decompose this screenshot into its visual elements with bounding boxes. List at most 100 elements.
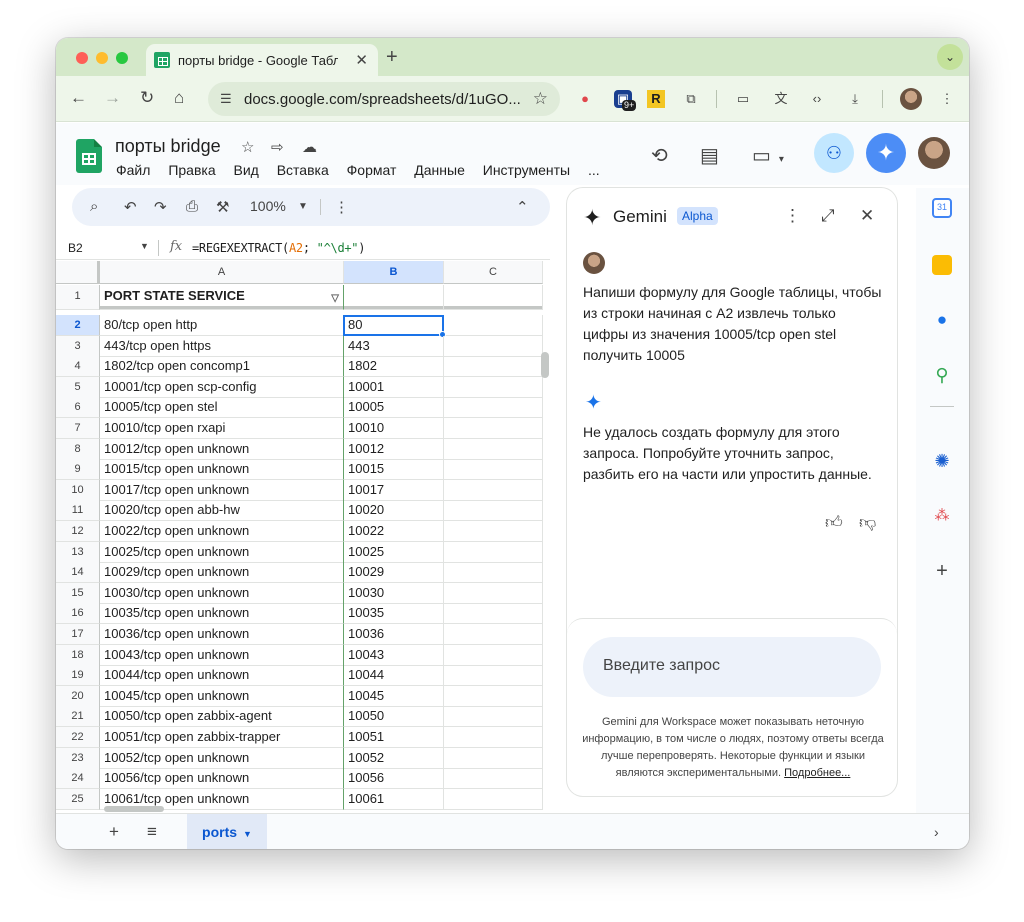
tab-close-icon[interactable]: ✕ xyxy=(355,51,368,69)
site-info-icon[interactable]: ☰ xyxy=(220,91,232,107)
thumb-down-icon[interactable]: 👎︎ xyxy=(859,512,876,533)
history-icon[interactable]: ⟲ xyxy=(651,143,668,168)
meet-icon[interactable]: ▭ ▾ xyxy=(752,143,784,168)
cell-b[interactable]: 10030 xyxy=(344,582,444,604)
row-number[interactable]: 2 xyxy=(56,315,100,336)
share-icon[interactable]: ⚇ xyxy=(814,133,854,173)
cell-c[interactable] xyxy=(444,397,543,419)
profile-avatar[interactable] xyxy=(900,88,922,110)
more-icon[interactable]: ⋮ xyxy=(334,198,349,216)
expand-icon[interactable]: ⤢ xyxy=(821,206,835,226)
cell-b[interactable]: 10012 xyxy=(344,438,444,460)
comment-icon[interactable]: ▤ xyxy=(700,143,719,168)
cell-a[interactable]: 10030/tcp open unknown xyxy=(100,582,344,604)
row-number[interactable]: 9 xyxy=(56,459,100,481)
cell-a[interactable]: 10001/tcp open scp-config xyxy=(100,376,344,398)
account-avatar[interactable] xyxy=(918,137,950,169)
cell-a[interactable]: 10036/tcp open unknown xyxy=(100,624,344,645)
cell-b[interactable]: 10051 xyxy=(344,727,444,748)
menu-format[interactable]: Формат xyxy=(347,162,397,178)
cell-b[interactable]: 10005 xyxy=(344,397,444,419)
cell-b[interactable]: 10056 xyxy=(344,768,444,790)
cell-b[interactable]: 10001 xyxy=(344,376,444,398)
cell-a[interactable]: 10056/tcp open unknown xyxy=(100,768,344,790)
extension-r-icon[interactable]: R xyxy=(647,90,665,108)
new-tab-button[interactable]: + xyxy=(386,46,398,69)
reload-icon[interactable]: ↻ xyxy=(140,88,154,108)
name-box[interactable]: B2 xyxy=(68,241,83,255)
menu-insert[interactable]: Вставка xyxy=(277,162,329,178)
menu-tools[interactable]: Инструменты xyxy=(483,162,570,178)
sheets-logo-icon[interactable] xyxy=(76,139,102,173)
star-icon[interactable]: ☆ xyxy=(241,138,254,156)
row-number[interactable]: 3 xyxy=(56,335,100,357)
cell-a[interactable]: 10052/tcp open unknown xyxy=(100,747,344,769)
browser-tab[interactable]: порты bridge - Google Табли ✕ xyxy=(146,44,378,76)
address-bar[interactable]: ☰ docs.google.com/spreadsheets/d/1uGO...… xyxy=(208,82,560,116)
download-icon[interactable]: ⤓ xyxy=(846,90,864,108)
reading-list-icon[interactable]: ▭ xyxy=(734,90,752,108)
cell-b[interactable]: 10061 xyxy=(344,788,444,810)
cell-b[interactable]: 10022 xyxy=(344,521,444,542)
row-number[interactable]: 22 xyxy=(56,727,100,748)
cell-b[interactable]: 10050 xyxy=(344,706,444,728)
browser-menu-icon[interactable]: ⋮ xyxy=(938,90,956,108)
row-number[interactable]: 7 xyxy=(56,418,100,439)
back-icon[interactable]: ← xyxy=(70,88,87,108)
search-icon[interactable]: ⌕ xyxy=(90,198,98,215)
cell-c[interactable] xyxy=(444,665,543,687)
cell-c[interactable] xyxy=(444,479,543,501)
cell-c[interactable] xyxy=(444,624,543,645)
row-number[interactable]: 15 xyxy=(56,582,100,604)
zoom-select[interactable]: 100% xyxy=(250,198,286,214)
row-number[interactable]: 21 xyxy=(56,706,100,728)
cell-c[interactable] xyxy=(444,438,543,460)
cell-c[interactable] xyxy=(444,335,543,357)
cell-b[interactable]: 10044 xyxy=(344,665,444,687)
cell-c1[interactable] xyxy=(444,285,543,310)
chevron-down-icon[interactable]: ▼ xyxy=(243,829,252,839)
cell-b[interactable]: 1802 xyxy=(344,356,444,378)
code-icon[interactable]: ‹› xyxy=(808,90,826,108)
tab-search-button[interactable]: ⌄ xyxy=(937,44,963,70)
bookmark-star-icon[interactable]: ☆ xyxy=(533,89,548,109)
document-title[interactable]: порты bridge xyxy=(115,136,221,157)
cell-b1[interactable] xyxy=(344,285,444,310)
minimize-window-button[interactable] xyxy=(96,52,108,64)
row-number[interactable]: 13 xyxy=(56,541,100,563)
print-icon[interactable]: ⎙ xyxy=(186,198,198,215)
cell-b[interactable]: 10010 xyxy=(344,418,444,439)
cell-a[interactable]: 10015/tcp open unknown xyxy=(100,459,344,481)
row-number[interactable]: 19 xyxy=(56,665,100,687)
cell-a[interactable]: 80/tcp open http xyxy=(100,315,344,336)
cell-a[interactable]: 10050/tcp open zabbix-agent xyxy=(100,706,344,728)
horizontal-scrollbar[interactable] xyxy=(104,806,164,812)
cell-c[interactable] xyxy=(444,706,543,728)
cell-b[interactable]: 10036 xyxy=(344,624,444,645)
gemini-icon[interactable]: ✦ xyxy=(866,133,906,173)
row-number[interactable]: 6 xyxy=(56,397,100,419)
extension-badge-icon[interactable]: ▣ 9+ xyxy=(614,90,637,111)
add-icon[interactable]: + xyxy=(932,560,952,582)
addon-gear-icon[interactable]: ✺ xyxy=(932,451,952,471)
cell-a[interactable]: 1802/tcp open concomp1 xyxy=(100,356,344,378)
cell-c[interactable] xyxy=(444,459,543,481)
cell-a[interactable]: 10035/tcp open unknown xyxy=(100,603,344,625)
select-all-corner[interactable] xyxy=(56,261,100,284)
zoom-chevron-down-icon[interactable]: ▼ xyxy=(298,201,308,212)
cell-c[interactable] xyxy=(444,727,543,748)
extensions-puzzle-icon[interactable]: ⧉ xyxy=(682,90,700,108)
sheet-tab-ports[interactable]: ports ▼ xyxy=(187,814,267,849)
extension-dots-icon[interactable]: ● xyxy=(576,90,594,108)
cell-b[interactable]: 10029 xyxy=(344,562,444,584)
row-number[interactable]: 11 xyxy=(56,500,100,522)
menu-view[interactable]: Вид xyxy=(234,162,259,178)
cell-c[interactable] xyxy=(444,376,543,398)
cell-c[interactable] xyxy=(444,644,543,666)
asana-icon[interactable]: ⁂ xyxy=(932,506,952,526)
cell-a[interactable]: 10044/tcp open unknown xyxy=(100,665,344,687)
url-text[interactable]: docs.google.com/spreadsheets/d/1uGO... xyxy=(244,91,521,108)
row-number[interactable]: 23 xyxy=(56,747,100,769)
menu-more[interactable]: ... xyxy=(588,162,600,178)
row-number[interactable]: 20 xyxy=(56,685,100,707)
